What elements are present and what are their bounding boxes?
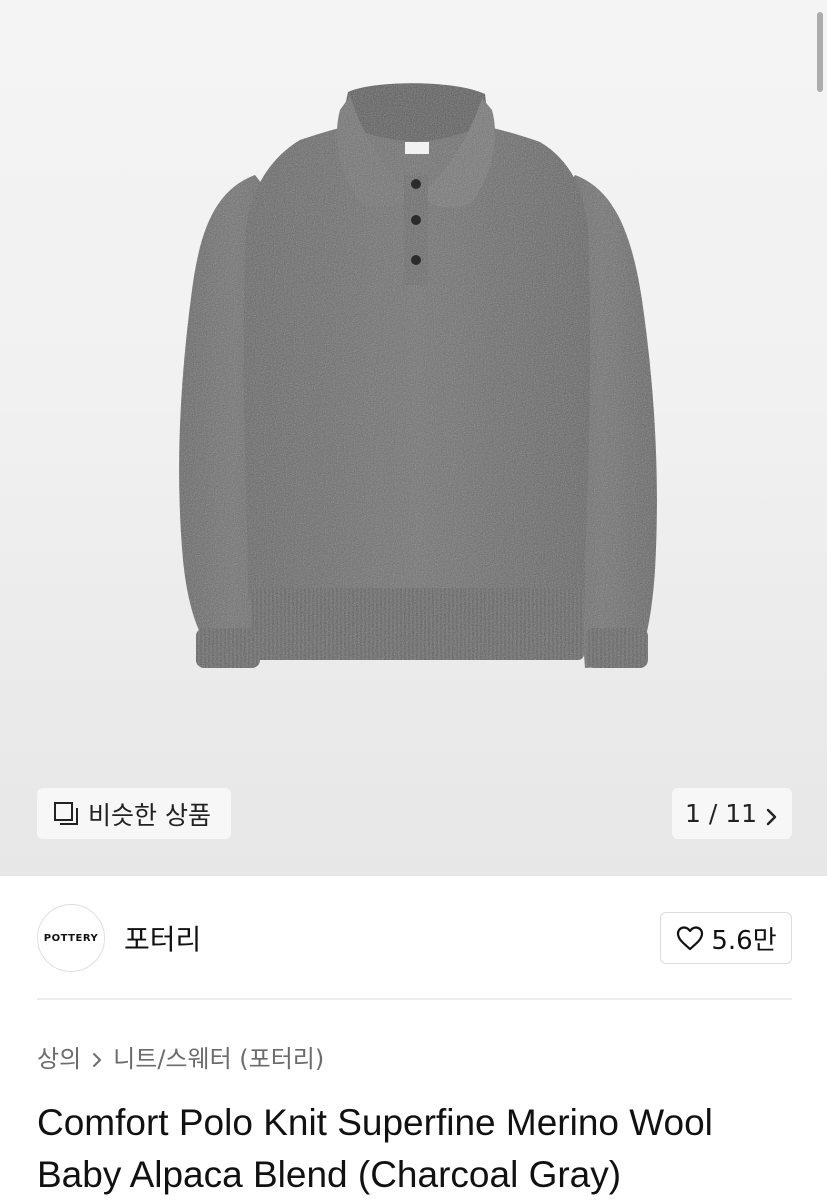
section-divider bbox=[37, 998, 792, 1000]
image-pager-button[interactable]: 1 / 11 bbox=[672, 788, 792, 839]
breadcrumb-subcategory[interactable]: 니트/스웨터 (포터리) bbox=[113, 1039, 324, 1074]
shop-info-row: POTTERY 포터리 5.6만 bbox=[37, 903, 792, 973]
product-title-line-1: Comfort Polo Knit Superfine Merino Wool bbox=[37, 1102, 713, 1143]
product-image-carousel[interactable]: 비슷한 상품 1 / 11 bbox=[0, 0, 827, 876]
chevron-right-icon bbox=[91, 1047, 103, 1067]
product-title: Comfort Polo Knit Superfine Merino Wool … bbox=[37, 1097, 797, 1200]
like-button[interactable]: 5.6만 bbox=[660, 912, 792, 964]
shop-logo-text: POTTERY bbox=[43, 932, 99, 944]
similar-items-button[interactable]: 비슷한 상품 bbox=[37, 788, 231, 839]
shop-name-link[interactable]: 포터리 bbox=[124, 918, 201, 958]
image-pager-text: 1 / 11 bbox=[684, 799, 758, 828]
similar-items-icon bbox=[52, 800, 80, 828]
product-title-line-2: Baby Alpaca Blend (Charcoal Gray) bbox=[37, 1154, 622, 1195]
product-page: 비슷한 상품 1 / 11 POTTERY 포터리 5.6만 상의 니트/스웨터… bbox=[0, 0, 827, 1200]
product-image[interactable] bbox=[0, 0, 827, 876]
similar-items-label: 비슷한 상품 bbox=[88, 800, 211, 830]
chevron-right-icon bbox=[765, 804, 779, 825]
breadcrumb-category[interactable]: 상의 bbox=[37, 1039, 81, 1074]
heart-icon bbox=[675, 924, 705, 952]
shop-logo[interactable]: POTTERY bbox=[37, 904, 105, 972]
like-count: 5.6만 bbox=[711, 925, 777, 956]
breadcrumb: 상의 니트/스웨터 (포터리) bbox=[37, 1038, 324, 1074]
